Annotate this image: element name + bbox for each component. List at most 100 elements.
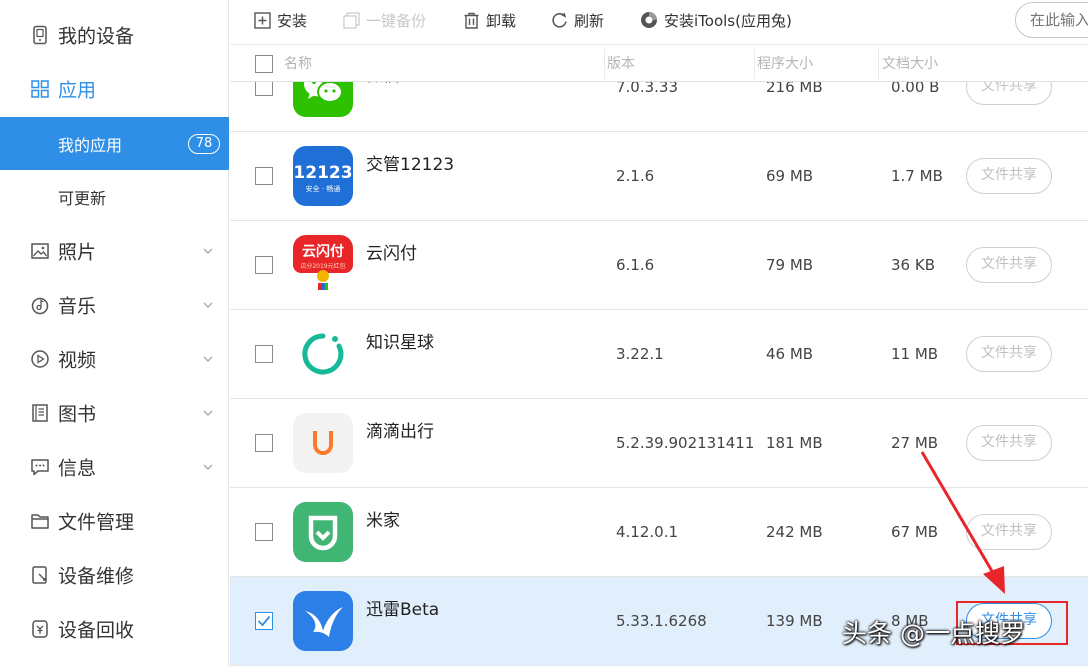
app-version: 3.22.1 — [616, 345, 664, 363]
one-click-backup-button[interactable]: 一键备份 — [343, 0, 426, 40]
file-share-button[interactable]: 文件共享 — [966, 247, 1052, 283]
app-version: 6.1.6 — [616, 256, 655, 274]
column-divider — [878, 49, 879, 79]
repair-icon — [32, 566, 47, 584]
install-itools-button[interactable]: 安装iTools(应用兔) — [640, 0, 792, 40]
file-share-button[interactable]: 文件共享 — [966, 425, 1052, 461]
select-all-checkbox[interactable] — [255, 55, 273, 73]
row-checkbox[interactable] — [255, 345, 273, 363]
doc-size: 1.7 MB — [891, 167, 943, 185]
sidebar-item-music[interactable]: 音乐 — [0, 278, 229, 332]
sidebar-item-file-manager[interactable]: 文件管理 — [0, 494, 229, 548]
install-label: 安装 — [277, 11, 308, 30]
zhishi-icon — [293, 324, 353, 384]
yunshanfu-icon: 云闪付 瓜分2019元红包 — [293, 235, 353, 295]
app-name: 云闪付 — [366, 244, 417, 264]
chevron-down-icon — [203, 302, 213, 308]
chevron-down-icon — [203, 410, 213, 416]
table-row[interactable]: 12123 安全 · 畅通 交管12123 2.1.6 69 MB 1.7 MB … — [230, 132, 1088, 221]
chevron-down-icon — [203, 464, 213, 470]
sidebar-item-updatable[interactable]: 可更新 — [0, 170, 229, 223]
table-row[interactable]: 米家 4.12.0.1 242 MB 67 MB 文件共享 — [230, 488, 1088, 577]
row-checkbox-checked[interactable] — [255, 612, 273, 630]
table-row[interactable]: 知识星球 3.22.1 46 MB 11 MB 文件共享 — [230, 310, 1088, 399]
sidebar-item-video[interactable]: 视频 — [0, 332, 229, 386]
checkmark-icon — [257, 615, 271, 627]
app-size: 139 MB — [766, 612, 823, 630]
my-apps-count-badge: 78 — [188, 133, 220, 154]
column-header-version[interactable]: 版本 — [607, 45, 635, 83]
sidebar-item-apps[interactable]: 应用 — [0, 62, 229, 116]
file-share-button[interactable]: 文件共享 — [966, 514, 1052, 550]
app-size: 242 MB — [766, 523, 823, 541]
sidebar-item-my-device[interactable]: 我的设备 — [0, 8, 229, 62]
mijia-icon — [293, 502, 353, 562]
backup-icon — [343, 11, 360, 29]
row-checkbox[interactable] — [255, 256, 273, 274]
sidebar-label-books: 图书 — [58, 403, 97, 426]
plus-square-icon — [254, 11, 271, 29]
row-checkbox[interactable] — [255, 523, 273, 541]
sidebar-label-photos: 照片 — [58, 241, 97, 264]
install-button[interactable]: 安装 — [254, 0, 307, 40]
row-checkbox[interactable] — [255, 434, 273, 452]
sidebar-item-device-repair[interactable]: 设备维修 — [0, 548, 229, 602]
table-row[interactable]: 云闪付 瓜分2019元红包 云闪付 6.1.6 79 MB 36 KB 文件共享 — [230, 221, 1088, 310]
app-name: 知识星球 — [366, 333, 434, 353]
sidebar-item-messages[interactable]: 信息 — [0, 440, 229, 494]
xunlei-icon — [293, 591, 353, 651]
sidebar-label-apps: 应用 — [58, 79, 97, 102]
chevron-down-icon — [203, 356, 213, 362]
itools-icon — [641, 12, 657, 28]
app-version: 4.12.0.1 — [616, 523, 679, 541]
sidebar-label-file-manager: 文件管理 — [58, 511, 135, 534]
sidebar-label-music: 音乐 — [58, 295, 97, 318]
yunshanfu-icon-subtext: 瓜分2019元红包 — [300, 262, 345, 270]
app-list: 微信 7.0.3.33 216 MB 0.00 B 文件共享 12123安全 ·… — [230, 44, 1088, 667]
app-size: 79 MB — [766, 256, 814, 274]
toolbar: 安装 一键备份 卸载 刷新 安装iTools(应用兔) — [230, 0, 1088, 40]
file-share-button[interactable]: 文件共享 — [966, 336, 1052, 372]
video-play-icon — [31, 350, 49, 368]
sidebar-label-messages: 信息 — [58, 457, 97, 480]
uninstall-button[interactable]: 卸载 — [463, 0, 516, 40]
chevron-down-icon — [203, 248, 213, 254]
music-icon — [31, 297, 49, 315]
refresh-icon — [552, 12, 567, 27]
table-header: 名称 版本 程序大小 文档大小 — [230, 44, 1088, 82]
app-version: 5.2.39.902131411 — [616, 434, 755, 452]
sidebar-label-my-apps: 我的应用 — [58, 135, 123, 155]
app-version: 2.1.6 — [616, 167, 655, 185]
app-name: 迅雷Beta — [366, 600, 440, 620]
column-divider — [754, 49, 755, 79]
search-input[interactable] — [1015, 2, 1088, 38]
app-version: 5.33.1.6268 — [616, 612, 707, 630]
app-name: 米家 — [366, 511, 400, 531]
trash-icon — [464, 12, 479, 29]
sidebar-label-updatable: 可更新 — [58, 188, 107, 208]
apps-grid-icon — [31, 80, 49, 98]
column-header-app-size[interactable]: 程序大小 — [757, 45, 813, 83]
app-size: 69 MB — [766, 167, 814, 185]
sidebar-item-my-apps[interactable]: 我的应用 78 — [0, 117, 229, 170]
backup-label: 一键备份 — [366, 11, 427, 30]
refresh-button[interactable]: 刷新 — [551, 0, 604, 40]
sidebar-item-books[interactable]: 图书 — [0, 386, 229, 440]
doc-size: 11 MB — [891, 345, 939, 363]
folder-icon — [31, 514, 49, 529]
doc-size: 36 KB — [891, 256, 935, 274]
refresh-label: 刷新 — [574, 11, 605, 30]
recycle-coin-icon — [32, 620, 48, 638]
app-size: 46 MB — [766, 345, 814, 363]
sidebar-label-device-repair: 设备维修 — [58, 565, 135, 588]
table-row[interactable]: 滴滴出行 5.2.39.902131411 181 MB 27 MB 文件共享 — [230, 399, 1088, 488]
sidebar-item-photos[interactable]: 照片 — [0, 224, 229, 278]
column-header-name[interactable]: 名称 — [284, 45, 312, 83]
app-name: 交管12123 — [366, 155, 455, 175]
file-share-button[interactable]: 文件共享 — [966, 158, 1052, 194]
sidebar-item-device-recycle[interactable]: 设备回收 — [0, 602, 229, 656]
jiaoguan-icon-subtext: 安全 · 畅通 — [306, 184, 341, 193]
jiaoguan-icon-text: 12123 — [293, 163, 352, 183]
row-checkbox[interactable] — [255, 167, 273, 185]
column-header-doc-size[interactable]: 文档大小 — [882, 45, 938, 83]
